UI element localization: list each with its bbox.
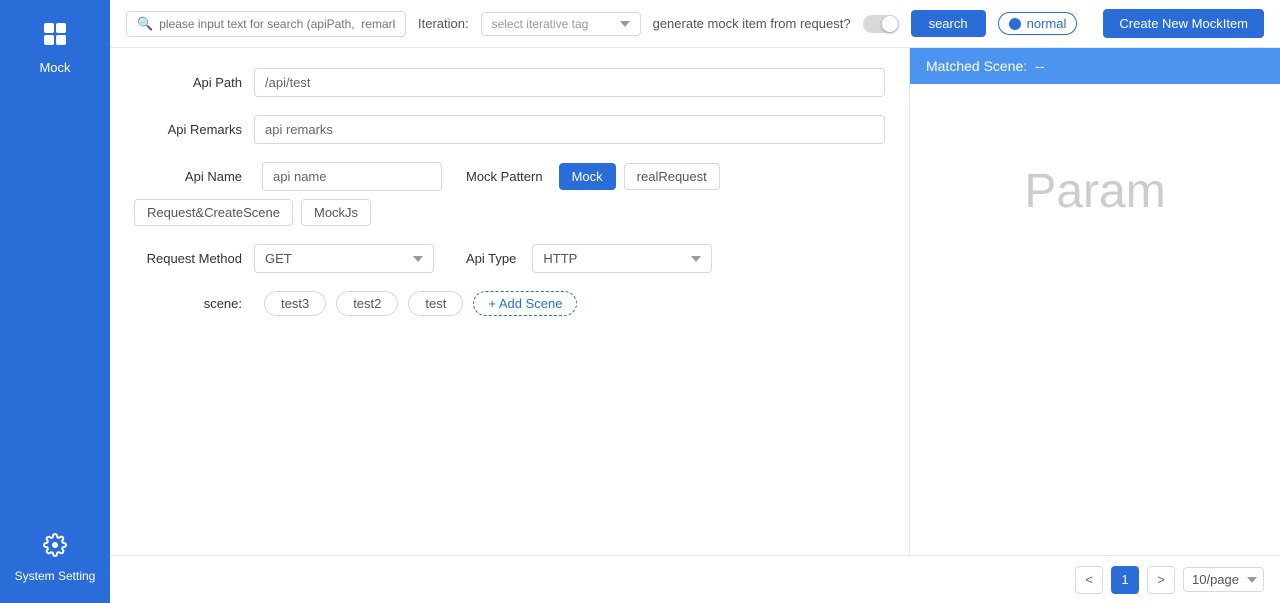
search-button[interactable]: search	[911, 10, 986, 37]
request-method-select[interactable]: GET POST PUT DELETE	[254, 244, 434, 273]
scene-tag-test3[interactable]: test3	[264, 291, 326, 316]
page-size-select[interactable]: 10/page 20/page 50/page	[1183, 567, 1264, 592]
api-remarks-label: Api Remarks	[134, 122, 254, 137]
pattern-request-createscene-button[interactable]: Request&CreateScene	[134, 199, 293, 226]
right-panel: Matched Scene: -- Param	[910, 48, 1280, 555]
normal-toggle[interactable]: normal	[998, 12, 1078, 35]
form-area: Api Path Api Remarks Api Name Mock Patte…	[110, 48, 1280, 555]
iteration-label: Iteration:	[418, 16, 469, 31]
scene-tag-test[interactable]: test	[408, 291, 463, 316]
matched-scene-header: Matched Scene: --	[910, 48, 1280, 84]
api-name-input[interactable]	[262, 162, 442, 191]
toggle-knob	[882, 16, 898, 32]
main-content: 🔍 Iteration: select iterative tag genera…	[110, 0, 1280, 603]
api-remarks-row: Api Remarks	[134, 115, 885, 144]
settings-icon	[43, 533, 67, 563]
form-left: Api Path Api Remarks Api Name Mock Patte…	[110, 48, 910, 555]
sidebar-setting-item[interactable]: System Setting	[15, 533, 96, 583]
api-remarks-input[interactable]	[254, 115, 885, 144]
sidebar-mock-item[interactable]: Mock	[39, 20, 70, 75]
api-path-input[interactable]	[254, 68, 885, 97]
param-text: Param	[1024, 164, 1165, 219]
bottom-bar: < 1 > 10/page 20/page 50/page	[110, 555, 1280, 603]
api-path-label: Api Path	[134, 75, 254, 90]
api-name-label: Api Name	[134, 169, 254, 184]
param-area: Param	[910, 84, 1280, 555]
normal-label: normal	[1027, 16, 1067, 31]
pattern-mockjs-button[interactable]: MockJs	[301, 199, 371, 226]
api-type-select[interactable]: HTTP HTTPS	[532, 244, 712, 273]
api-path-row: Api Path	[134, 68, 885, 97]
pattern-mock-button[interactable]: Mock	[559, 163, 616, 190]
scene-tag-test2[interactable]: test2	[336, 291, 398, 316]
api-name-mock-pattern-row: Api Name Mock Pattern Mock realRequest R…	[134, 162, 885, 226]
mock-pattern-label: Mock Pattern	[466, 169, 543, 184]
matched-scene-value: --	[1035, 58, 1044, 74]
scene-row: scene: test3 test2 test + Add Scene	[134, 291, 885, 316]
api-type-group: Api Type HTTP HTTPS	[466, 244, 712, 273]
sidebar-mock-label: Mock	[39, 60, 70, 75]
toolbar: 🔍 Iteration: select iterative tag genera…	[110, 0, 1280, 48]
scene-label: scene:	[134, 296, 254, 311]
request-method-label: Request Method	[134, 251, 254, 266]
method-type-row: Request Method GET POST PUT DELETE Api T…	[134, 244, 885, 273]
pagination-next-button[interactable]: >	[1147, 566, 1175, 594]
normal-dot-icon	[1009, 18, 1021, 30]
add-scene-button[interactable]: + Add Scene	[473, 291, 577, 316]
request-method-group: Request Method GET POST PUT DELETE	[134, 244, 434, 273]
iteration-select[interactable]: select iterative tag	[481, 12, 641, 36]
sidebar: Mock System Setting	[0, 0, 110, 603]
matched-scene-label: Matched Scene:	[926, 58, 1027, 74]
pagination-current-page[interactable]: 1	[1111, 566, 1139, 594]
pattern-realrequest-button[interactable]: realRequest	[624, 163, 720, 190]
search-input[interactable]	[159, 17, 395, 31]
api-type-label: Api Type	[466, 251, 516, 266]
create-mockitem-button[interactable]: Create New MockItem	[1103, 9, 1264, 38]
mock-icon	[41, 20, 69, 54]
pagination-prev-button[interactable]: <	[1075, 566, 1103, 594]
search-icon: 🔍	[137, 16, 153, 32]
generate-label: generate mock item from request?	[653, 16, 851, 31]
generate-toggle[interactable]	[863, 15, 899, 33]
sidebar-setting-label: System Setting	[15, 569, 96, 583]
search-box[interactable]: 🔍	[126, 11, 406, 37]
